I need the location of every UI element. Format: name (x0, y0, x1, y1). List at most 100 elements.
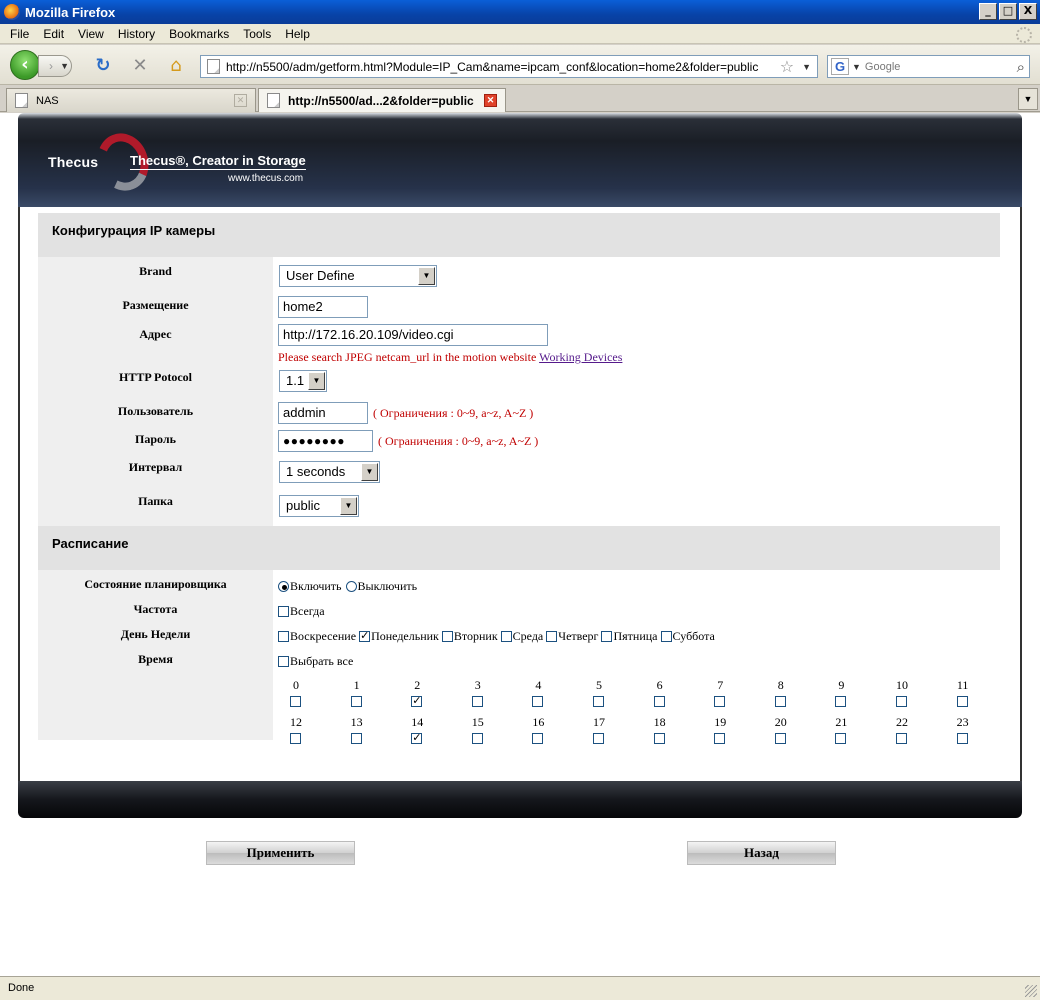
menu-bar: File Edit View History Bookmarks Tools H… (0, 24, 1040, 44)
hour-checkbox[interactable] (653, 733, 665, 744)
hour-checkbox[interactable] (350, 696, 362, 707)
tab-close-icon[interactable]: ✕ (484, 94, 497, 107)
folder-value: public (286, 498, 320, 513)
hour-checkbox[interactable] (471, 696, 483, 707)
hour-checkbox[interactable] (835, 696, 847, 707)
hour-label: 11 (956, 678, 969, 692)
hour-label: 1 (353, 678, 360, 692)
search-icon[interactable]: ⌕ (1017, 58, 1025, 76)
hour-checkbox[interactable] (774, 696, 786, 707)
folder-select[interactable]: public ▼ (279, 495, 359, 517)
hour-checkbox[interactable] (896, 696, 907, 707)
back-button[interactable]: ‹ (10, 50, 40, 80)
maximize-button[interactable]: □ (999, 3, 1017, 20)
user-hint: ( Ограничения : 0~9, a~z, A~Z ) (373, 406, 534, 420)
weekday-option-label: Среда (512, 629, 544, 643)
brand-value: User Define (286, 268, 355, 283)
hour-checkbox[interactable] (532, 733, 544, 744)
close-window-button[interactable]: X (1019, 3, 1037, 20)
tab-label: NAS (36, 94, 59, 107)
tab-ipcam[interactable]: http://n5500/ad...2&folder=public ✕ (258, 88, 506, 112)
back-button-page[interactable]: Назад (687, 841, 836, 865)
weekday-checkbox[interactable] (500, 631, 512, 642)
hour-checkbox[interactable] (593, 733, 604, 744)
menu-file[interactable]: File (10, 27, 29, 41)
stop-icon[interactable]: ✕ (129, 56, 151, 78)
tab-nas[interactable]: NAS ✕ (6, 88, 256, 112)
hour-checkbox[interactable] (896, 733, 907, 744)
weekday-checkbox[interactable] (660, 631, 672, 642)
history-dropdown-icon[interactable]: ▼ (60, 56, 69, 76)
logo-text: Thecus (48, 154, 99, 170)
hour-checkbox[interactable] (714, 696, 726, 707)
hour-checkbox[interactable] (290, 733, 301, 744)
weekday-checkbox[interactable] (441, 631, 453, 642)
hour-label: 5 (596, 678, 602, 692)
location-input[interactable]: home2 (278, 296, 368, 318)
hour-checkbox[interactable] (714, 733, 726, 744)
hour-checkbox[interactable] (956, 733, 968, 744)
hour-checkbox[interactable] (653, 696, 665, 707)
window-title: Mozilla Firefox (25, 4, 116, 20)
menu-bookmarks[interactable]: Bookmarks (169, 27, 229, 41)
hour-checkbox[interactable] (290, 696, 301, 707)
throbber-icon (1016, 27, 1032, 43)
brand-select[interactable]: User Define ▼ (279, 265, 437, 287)
search-engine-dropdown-icon[interactable]: ▼ (852, 62, 861, 72)
tab-label: http://n5500/ad...2&folder=public (288, 93, 474, 108)
menu-history[interactable]: History (118, 27, 155, 41)
disable-radio[interactable] (345, 581, 357, 592)
apply-button[interactable]: Применить (206, 841, 355, 865)
chevron-down-icon[interactable]: ▼ (418, 267, 435, 285)
enable-label: Включить (290, 579, 342, 593)
menu-edit[interactable]: Edit (43, 27, 64, 41)
hour-checkbox[interactable] (471, 733, 483, 744)
url-dropdown-icon[interactable]: ▼ (802, 62, 811, 72)
menu-tools[interactable]: Tools (243, 27, 271, 41)
weekday-checkbox[interactable] (601, 631, 613, 642)
hour-label: 4 (535, 678, 542, 692)
frequency-label: Частота (133, 602, 178, 616)
tab-close-icon[interactable]: ✕ (234, 94, 247, 107)
user-input[interactable]: addmin (278, 402, 368, 424)
hour-checkbox[interactable] (774, 733, 786, 744)
home-icon[interactable]: ⌂ (165, 56, 187, 78)
select-all-checkbox[interactable] (278, 656, 289, 667)
reload-icon[interactable]: ↻ (92, 56, 114, 78)
chevron-down-icon[interactable]: ▼ (361, 463, 378, 481)
hour-label: 14 (411, 715, 424, 729)
hour-checkbox[interactable] (835, 733, 847, 744)
search-input[interactable]: Google (865, 61, 1017, 73)
hour-checkbox[interactable] (593, 696, 604, 707)
menu-help[interactable]: Help (285, 27, 310, 41)
always-checkbox[interactable] (278, 606, 289, 617)
interval-select[interactable]: 1 seconds ▼ (279, 461, 380, 483)
tab-list-dropdown-icon[interactable]: ▼ (1018, 88, 1038, 110)
chevron-down-icon[interactable]: ▼ (308, 372, 325, 390)
tab-bar: NAS ✕ http://n5500/ad...2&folder=public … (0, 86, 1040, 112)
url-text[interactable]: http://n5500/adm/getform.html?Module=IP_… (226, 60, 780, 74)
forward-button[interactable]: › ▼ (38, 55, 72, 77)
enable-radio[interactable] (278, 581, 289, 592)
search-bar[interactable]: G ▼ Google ⌕ (827, 55, 1030, 78)
address-hint-text: Please search JPEG netcam_url in the mot… (278, 350, 537, 364)
address-input[interactable]: http://172.16.20.109/video.cgi (278, 324, 548, 346)
bookmark-star-icon[interactable]: ☆ (780, 57, 794, 76)
resize-grip-icon[interactable] (1025, 985, 1037, 997)
http-protocol-select[interactable]: 1.1 ▼ (279, 370, 327, 392)
google-icon[interactable]: G (831, 58, 849, 75)
url-bar[interactable]: http://n5500/adm/getform.html?Module=IP_… (200, 55, 818, 78)
weekday-checkbox[interactable] (546, 631, 558, 642)
menu-view[interactable]: View (78, 27, 104, 41)
hour-checkbox[interactable] (956, 696, 968, 707)
working-devices-link[interactable]: Working Devices (539, 350, 622, 364)
hour-checkbox[interactable] (532, 696, 544, 707)
hour-checkbox[interactable] (411, 731, 423, 744)
minimize-button[interactable]: _ (979, 3, 997, 20)
hour-checkbox[interactable] (411, 694, 423, 707)
hour-checkbox[interactable] (350, 733, 362, 744)
weekday-checkbox[interactable] (359, 629, 371, 642)
password-input[interactable]: ●●●●●●●● (278, 430, 373, 452)
chevron-down-icon[interactable]: ▼ (340, 497, 357, 515)
weekday-checkbox[interactable] (278, 631, 289, 642)
